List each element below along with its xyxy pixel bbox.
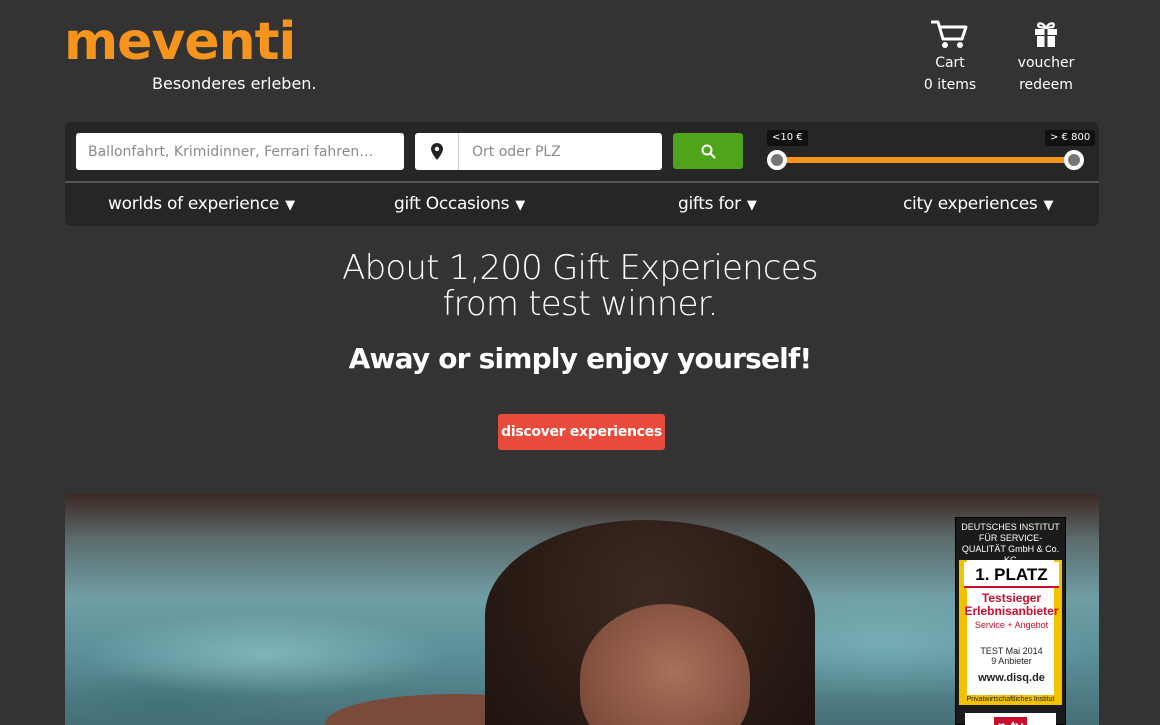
hero-title: About 1,200 Gift Experiences from test w…	[0, 250, 1160, 322]
search-icon	[701, 144, 716, 159]
nav-label: worlds of experience	[108, 194, 280, 214]
ntv-logo-text: n-tv	[993, 717, 1028, 725]
price-range-track[interactable]	[777, 157, 1075, 163]
nav-gift-occasions[interactable]: gift Occasions ▼	[394, 183, 525, 226]
caret-down-icon: ▼	[1043, 198, 1054, 213]
award-panel: 1. PLATZ Testsieger Erlebnisanbieter Ser…	[959, 560, 1062, 695]
voucher-label: voucher	[1017, 55, 1075, 71]
award-winner: Testsieger Erlebnisanbieter	[964, 592, 1059, 618]
hero-title-line-1: About 1,200 Gift Experiences	[342, 248, 819, 288]
award-test-info: TEST Mai 2014 9 Anbieter	[964, 646, 1059, 666]
cart-count: 0 items	[923, 77, 977, 93]
cart-label: Cart	[935, 55, 965, 71]
nav-label: gift Occasions	[394, 194, 510, 214]
voucher-sub-label: redeem	[1019, 77, 1073, 93]
award-footer: Privatwirtschaftliches Institut	[959, 695, 1062, 705]
nav-worlds-of-experience[interactable]: worlds of experience ▼	[108, 183, 295, 226]
nav-city-experiences[interactable]: city experiences ▼	[903, 183, 1053, 226]
ntv-logo: n-tv	[965, 713, 1056, 725]
hero-banner-photo	[65, 494, 1099, 725]
nav-gifts-for[interactable]: gifts for ▼	[678, 183, 757, 226]
award-category: Service + Angebot	[974, 620, 1049, 630]
award-institute: DEUTSCHES INSTITUT FÜR SERVICE-QUALITÄT …	[961, 522, 1060, 565]
search-button[interactable]	[673, 133, 743, 169]
location-field	[415, 133, 662, 170]
nav-label: city experiences	[903, 194, 1038, 214]
meventi-logo[interactable]: meventi	[64, 12, 296, 72]
cart-icon	[915, 16, 985, 52]
award-rank: 1. PLATZ	[964, 562, 1059, 588]
location-input[interactable]	[459, 133, 662, 170]
price-max-handle[interactable]	[1064, 150, 1084, 170]
cart-button[interactable]: Cart 0 items	[915, 16, 985, 96]
nav-label: gifts for	[678, 194, 741, 214]
search-input[interactable]	[76, 133, 404, 170]
award-winner-line-2: Erlebnisanbieter	[964, 604, 1059, 618]
award-seal[interactable]: DEUTSCHES INSTITUT FÜR SERVICE-QUALITÄT …	[955, 517, 1066, 725]
price-max-label: > € 800	[1045, 130, 1096, 146]
price-min-handle[interactable]	[767, 150, 787, 170]
award-test-line-2: 9 Anbieter	[991, 656, 1032, 666]
award-test-line-1: TEST Mai 2014	[980, 646, 1043, 656]
hero-title-line-2: from test winner.	[442, 284, 718, 324]
award-site: www.disq.de	[978, 672, 1045, 684]
caret-down-icon: ▼	[746, 198, 757, 213]
tagline: Besonderes erleben.	[152, 74, 317, 93]
map-pin-icon	[415, 133, 459, 170]
price-min-label: <10 €	[767, 130, 808, 146]
search-bar: <10 € > € 800 worlds of experience ▼ gift…	[65, 122, 1099, 226]
caret-down-icon: ▼	[515, 198, 525, 213]
gift-icon	[1011, 16, 1081, 52]
discover-experiences-button[interactable]: discover experiences	[498, 414, 665, 450]
caret-down-icon: ▼	[285, 198, 295, 213]
hero-subtitle: Away or simply enjoy yourself!	[348, 342, 812, 375]
voucher-redeem-button[interactable]: voucher redeem	[1011, 16, 1081, 96]
main-nav: worlds of experience ▼ gift Occasions ▼ gi…	[65, 183, 1099, 226]
